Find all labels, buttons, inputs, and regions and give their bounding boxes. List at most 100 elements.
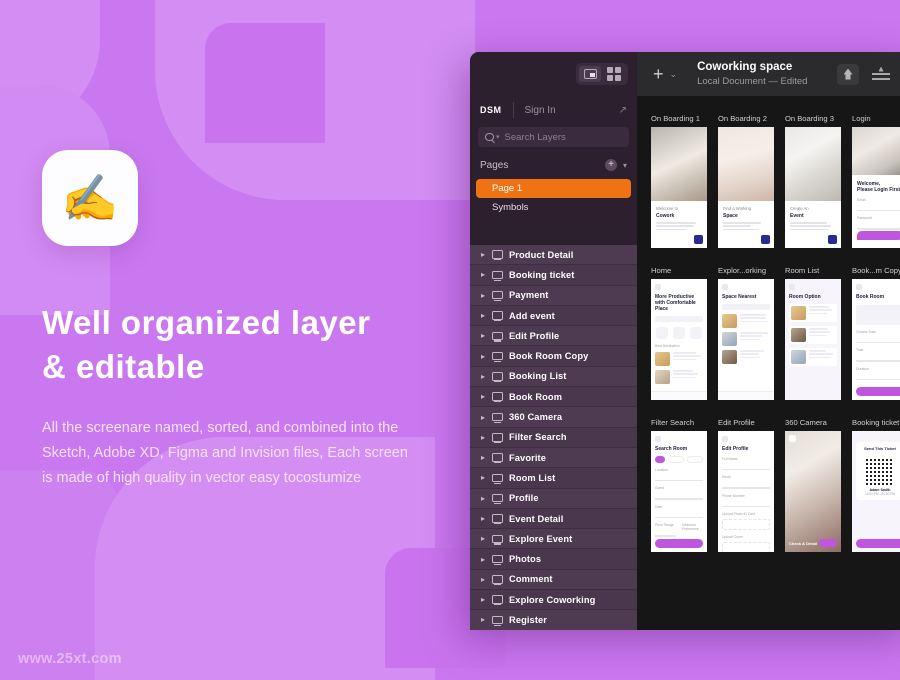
- artboard-photo: [718, 127, 774, 201]
- disclosure-caret-icon[interactable]: ▸: [481, 555, 486, 564]
- artboard-label[interactable]: Room List: [785, 266, 841, 275]
- artboard-label[interactable]: On Boarding 2: [718, 114, 774, 123]
- layer-row[interactable]: ▸ Book Room: [470, 387, 637, 407]
- layer-row[interactable]: ▸ Favorite: [470, 448, 637, 468]
- chevron-down-icon[interactable]: ▾: [623, 161, 627, 170]
- artboard[interactable]: Room List Room Option: [785, 266, 841, 400]
- artboard[interactable]: Filter Search Search Room Location Guest Dat…: [651, 418, 707, 552]
- disclosure-caret-icon[interactable]: ▸: [481, 311, 486, 320]
- layer-row[interactable]: ▸ 360 Camera: [470, 407, 637, 427]
- artboard-frame[interactable]: Edit Profile Full Name Email Phone Number Up…: [718, 431, 774, 552]
- disclosure-caret-icon[interactable]: ▸: [481, 291, 486, 300]
- artboard[interactable]: On Boarding 2 Find a Working Space: [718, 114, 774, 248]
- layer-row[interactable]: ▸ Photos: [470, 549, 637, 569]
- artboard-frame[interactable]: Welcome to Cowork: [651, 127, 707, 248]
- artboard-frame[interactable]: Book Room Choose Date Time Duration: [852, 279, 900, 400]
- artboard-label[interactable]: Filter Search: [651, 418, 707, 427]
- disclosure-caret-icon[interactable]: ▸: [481, 575, 486, 584]
- artboard[interactable]: Explor...orking Space Nearest: [718, 266, 774, 400]
- artboard[interactable]: Edit Profile Edit Profile Full Name Email Ph…: [718, 418, 774, 552]
- view-mode-segmented-control[interactable]: [576, 63, 628, 85]
- disclosure-caret-icon[interactable]: ▸: [481, 453, 486, 462]
- export-icon[interactable]: [872, 67, 890, 82]
- artboard-label[interactable]: Booking ticket: [852, 418, 900, 427]
- artboard-icon: [492, 453, 503, 462]
- artboard-label[interactable]: 360 Camera: [785, 418, 841, 427]
- layer-row[interactable]: ▸ Add event: [470, 306, 637, 326]
- disclosure-caret-icon[interactable]: ▸: [481, 534, 486, 543]
- grid-view-button[interactable]: [603, 66, 625, 82]
- artboard-frame[interactable]: Search Room Location Guest Date Price Range M…: [651, 431, 707, 552]
- artboard-eyebrow: Welcome to: [656, 206, 702, 212]
- disclosure-caret-icon[interactable]: ▸: [481, 352, 486, 361]
- artboard-frame[interactable]: More Productive with Comfortable Place Be…: [651, 279, 707, 400]
- disclosure-caret-icon[interactable]: ▸: [481, 331, 486, 340]
- layer-row[interactable]: ▸ Booking List: [470, 367, 637, 387]
- chevron-down-icon[interactable]: ⌄: [670, 69, 678, 80]
- artboard-label[interactable]: Home: [651, 266, 707, 275]
- search-scope-caret-icon[interactable]: ▾: [496, 133, 500, 141]
- artboard-label[interactable]: Edit Profile: [718, 418, 774, 427]
- plus-circle-icon[interactable]: +: [605, 159, 617, 171]
- disclosure-caret-icon[interactable]: ▸: [481, 413, 486, 422]
- external-link-icon[interactable]: ↗: [619, 105, 627, 116]
- artboard-label[interactable]: Login: [852, 114, 900, 123]
- artboard-primary-button: [819, 539, 837, 547]
- search-layers-input[interactable]: ▾ Search Layers: [478, 127, 629, 147]
- artboard-photo: [651, 127, 707, 201]
- disclosure-caret-icon[interactable]: ▸: [481, 433, 486, 442]
- artboard-frame[interactable]: Check & Detail: [785, 431, 841, 552]
- page-item-symbols[interactable]: Symbols: [476, 198, 631, 217]
- layer-row[interactable]: ▸ Profile: [470, 489, 637, 509]
- layer-row[interactable]: ▸ Edit Profile: [470, 326, 637, 346]
- disclosure-caret-icon[interactable]: ▸: [481, 473, 486, 482]
- disclosure-caret-icon[interactable]: ▸: [481, 392, 486, 401]
- artboard-label[interactable]: On Boarding 1: [651, 114, 707, 123]
- design-canvas[interactable]: On Boarding 1 Welcome to Cowork On Boarding…: [637, 96, 900, 630]
- artboard[interactable]: Book...m Copy Book Room Choose Date Time Dur…: [852, 266, 900, 400]
- artboard[interactable]: Home More Productive with Comfortable Pla…: [651, 266, 707, 400]
- artboard[interactable]: Login Welcome, Please Login First Email Pas…: [852, 114, 900, 248]
- artboard-frame[interactable]: Create An Event: [785, 127, 841, 248]
- insert-button[interactable]: +: [653, 65, 664, 83]
- workspace-label[interactable]: DSM: [480, 105, 502, 115]
- artboard[interactable]: On Boarding 3 Create An Event: [785, 114, 841, 248]
- artboard-frame[interactable]: Space Nearest: [718, 279, 774, 400]
- layer-row[interactable]: ▸ Book Room Copy: [470, 346, 637, 366]
- disclosure-caret-icon[interactable]: ▸: [481, 595, 486, 604]
- artboard-view-button[interactable]: [579, 66, 601, 82]
- disclosure-caret-icon[interactable]: ▸: [481, 514, 486, 523]
- layer-row[interactable]: ▸ Explore Coworking: [470, 590, 637, 610]
- artboard-label[interactable]: On Boarding 3: [785, 114, 841, 123]
- artboard-frame[interactable]: Room Option: [785, 279, 841, 400]
- artboard-body: Edit Profile Full Name Email Phone Number Up…: [718, 431, 774, 552]
- layer-row[interactable]: ▸ Event Detail: [470, 509, 637, 529]
- disclosure-caret-icon[interactable]: ▸: [481, 494, 486, 503]
- artboard-frame[interactable]: Welcome, Please Login First Email Password: [852, 127, 900, 248]
- artboard-frame[interactable]: Send This Ticket Adam Smith 12:00 PM - 04:…: [852, 431, 900, 552]
- sign-in-button[interactable]: Sign In: [525, 105, 556, 116]
- artboard-icon: [492, 575, 503, 584]
- artboard[interactable]: Booking ticket Send This Ticket Adam Smith…: [852, 418, 900, 552]
- layer-list[interactable]: ▸ Product Detail ▸ Booking ticket ▸ Payment ▸ A…: [470, 245, 637, 630]
- disclosure-caret-icon[interactable]: ▸: [481, 270, 486, 279]
- disclosure-caret-icon[interactable]: ▸: [481, 615, 486, 624]
- artboard[interactable]: On Boarding 1 Welcome to Cowork: [651, 114, 707, 248]
- artboard[interactable]: 360 Camera Check & Detail: [785, 418, 841, 552]
- artboard-label[interactable]: Explor...orking: [718, 266, 774, 275]
- layer-row-label: Room List: [509, 473, 555, 483]
- layer-row[interactable]: ▸ Booking ticket: [470, 265, 637, 285]
- layer-row[interactable]: ▸ Payment: [470, 286, 637, 306]
- layer-row[interactable]: ▸ Room List: [470, 468, 637, 488]
- layer-row[interactable]: ▸ Product Detail: [470, 245, 637, 265]
- cloud-upload-button[interactable]: [837, 64, 859, 85]
- layer-row[interactable]: ▸ Register: [470, 610, 637, 630]
- disclosure-caret-icon[interactable]: ▸: [481, 250, 486, 259]
- artboard-frame[interactable]: Find a Working Space: [718, 127, 774, 248]
- layer-row[interactable]: ▸ Explore Event: [470, 529, 637, 549]
- page-item-page-1[interactable]: Page 1: [476, 179, 631, 198]
- artboard-label[interactable]: Book...m Copy: [852, 266, 900, 275]
- layer-row[interactable]: ▸ Comment: [470, 570, 637, 590]
- layer-row[interactable]: ▸ Filter Search: [470, 428, 637, 448]
- disclosure-caret-icon[interactable]: ▸: [481, 372, 486, 381]
